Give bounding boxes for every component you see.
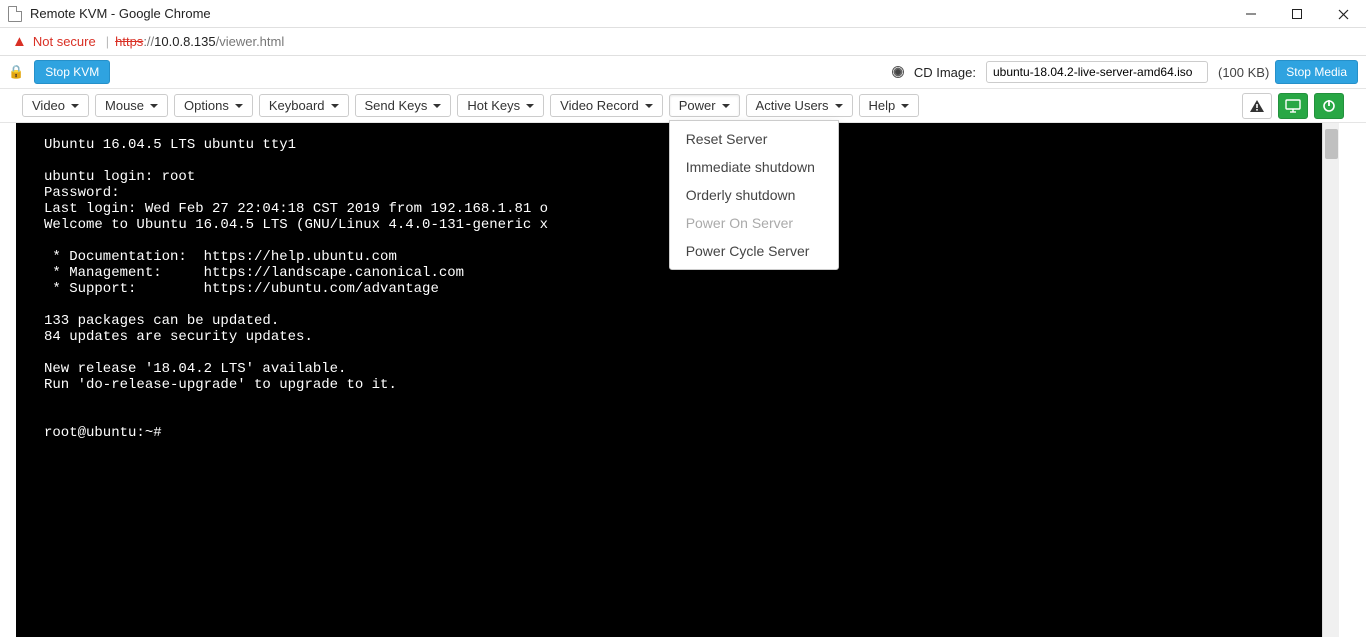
- maximize-button[interactable]: [1274, 0, 1320, 28]
- chevron-down-icon: [901, 104, 909, 108]
- scrollbar[interactable]: [1322, 123, 1339, 637]
- chevron-down-icon: [645, 104, 653, 108]
- menu-video-record[interactable]: Video Record: [550, 94, 663, 117]
- power-icon-button[interactable]: [1314, 93, 1344, 119]
- chevron-down-icon: [526, 104, 534, 108]
- menu-power[interactable]: Power: [669, 94, 740, 117]
- power-menu-item: Power On Server: [670, 209, 838, 237]
- power-menu-item[interactable]: Immediate shutdown: [670, 153, 838, 181]
- cd-size-label: (100 KB): [1218, 65, 1269, 80]
- menu-video[interactable]: Video: [22, 94, 89, 117]
- stop-kvm-button[interactable]: Stop KVM: [34, 60, 110, 84]
- chevron-down-icon: [150, 104, 158, 108]
- power-menu-item[interactable]: Orderly shutdown: [670, 181, 838, 209]
- url-field[interactable]: https://10.0.8.135/viewer.html: [115, 34, 284, 49]
- address-bar: ▲ Not secure | https://10.0.8.135/viewer…: [0, 28, 1366, 56]
- menu-help-label: Help: [869, 98, 896, 113]
- menu-options-label: Options: [184, 98, 229, 113]
- menu-keyboard[interactable]: Keyboard: [259, 94, 349, 117]
- menu-send-keys-label: Send Keys: [365, 98, 428, 113]
- alert-icon: [1249, 99, 1265, 113]
- not-secure-label: Not secure: [33, 34, 96, 49]
- kvm-control-bar: 🔒 Stop KVM CD Image: (100 KB) Stop Media: [0, 56, 1366, 89]
- menu-hot-keys[interactable]: Hot Keys: [457, 94, 544, 117]
- menu-keyboard-label: Keyboard: [269, 98, 325, 113]
- address-divider: |: [106, 34, 109, 49]
- cd-image-field[interactable]: [986, 61, 1208, 83]
- power-menu-item[interactable]: Power Cycle Server: [670, 237, 838, 265]
- menu-power-label: Power: [679, 98, 716, 113]
- chevron-down-icon: [71, 104, 79, 108]
- menu-bar: Video Mouse Options Keyboard Send Keys H…: [0, 89, 1366, 123]
- url-host: 10.0.8.135: [154, 34, 215, 49]
- chevron-down-icon: [433, 104, 441, 108]
- window-title: Remote KVM - Google Chrome: [30, 6, 211, 21]
- url-path: /viewer.html: [216, 34, 285, 49]
- power-icon: [1322, 99, 1336, 113]
- disc-icon: [892, 66, 904, 78]
- close-button[interactable]: [1320, 0, 1366, 28]
- chevron-down-icon: [835, 104, 843, 108]
- url-scheme: https: [115, 34, 143, 49]
- scrollbar-thumb[interactable]: [1325, 129, 1338, 159]
- menu-active-users[interactable]: Active Users: [746, 94, 853, 117]
- power-menu-item[interactable]: Reset Server: [670, 125, 838, 153]
- menu-help[interactable]: Help: [859, 94, 920, 117]
- stop-media-button[interactable]: Stop Media: [1275, 60, 1358, 84]
- url-sep: ://: [143, 34, 154, 49]
- menu-options[interactable]: Options: [174, 94, 253, 117]
- page-icon: [8, 6, 22, 22]
- menu-hot-keys-label: Hot Keys: [467, 98, 520, 113]
- chevron-down-icon: [331, 104, 339, 108]
- menu-mouse-label: Mouse: [105, 98, 144, 113]
- menu-video-record-label: Video Record: [560, 98, 639, 113]
- warning-icon: ▲: [12, 33, 27, 50]
- menu-active-users-label: Active Users: [756, 98, 829, 113]
- power-dropdown: Reset ServerImmediate shutdownOrderly sh…: [669, 120, 839, 270]
- lock-icon: 🔒: [8, 64, 24, 80]
- chevron-down-icon: [235, 104, 243, 108]
- menu-video-label: Video: [32, 98, 65, 113]
- monitor-icon: [1285, 99, 1301, 113]
- chevron-down-icon: [722, 104, 730, 108]
- menu-mouse[interactable]: Mouse: [95, 94, 168, 117]
- menu-send-keys[interactable]: Send Keys: [355, 94, 452, 117]
- alert-button[interactable]: [1242, 93, 1272, 119]
- minimize-button[interactable]: [1228, 0, 1274, 28]
- cd-image-label: CD Image:: [914, 65, 976, 80]
- display-button[interactable]: [1278, 93, 1308, 119]
- window-titlebar: Remote KVM - Google Chrome: [0, 0, 1366, 28]
